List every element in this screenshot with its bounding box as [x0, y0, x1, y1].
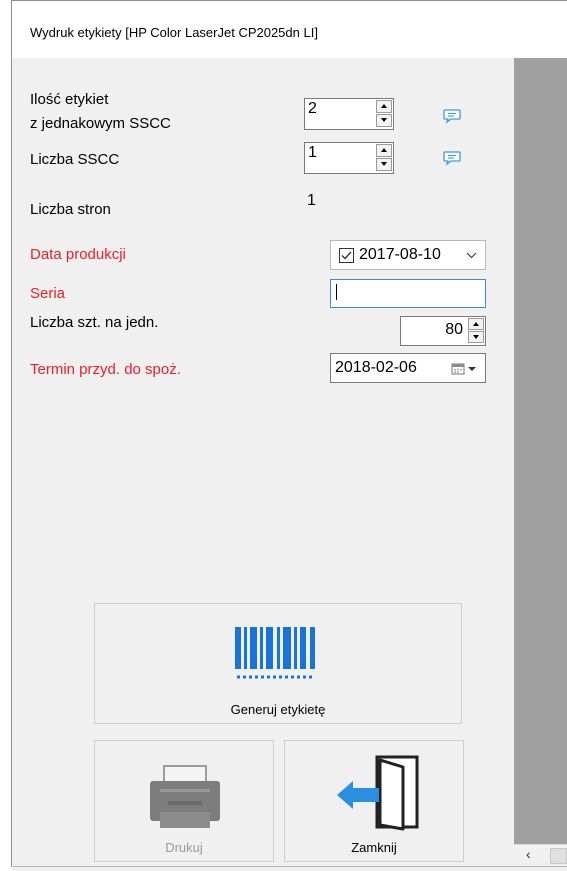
- arrow-down-icon: [381, 118, 387, 122]
- comment-icon[interactable]: [443, 150, 461, 166]
- sscc-count-label: Liczba SSCC: [30, 151, 120, 168]
- expiry-label: Termin przyd. do spoż.: [30, 361, 181, 378]
- production-date-label: Data produkcji: [30, 246, 126, 263]
- pages-label: Liczba stron: [30, 201, 111, 218]
- qty-labels-label-line1: Ilość etykiet: [30, 91, 109, 108]
- generate-label-caption: Generuj etykietę: [230, 702, 326, 717]
- sscc-count-spinner[interactable]: 1: [304, 142, 394, 174]
- text-caret: [336, 284, 337, 300]
- spin-down-button[interactable]: [376, 158, 392, 171]
- sscc-count-value[interactable]: 1: [308, 144, 317, 162]
- spin-down-button[interactable]: [468, 331, 484, 343]
- arrow-down-icon: [473, 335, 479, 339]
- series-input[interactable]: [330, 279, 486, 308]
- units-spinner[interactable]: 80: [400, 316, 486, 346]
- qty-labels-label-line2: z jednakowym SSCC: [30, 115, 171, 132]
- printer-icon: [150, 765, 220, 828]
- title-bar: Wydruk etykiety [HP Color LaserJet CP202…: [11, 0, 567, 58]
- spin-up-button[interactable]: [376, 100, 392, 113]
- arrow-up-icon: [381, 104, 387, 108]
- calendar-dropdown-icon[interactable]: [451, 362, 479, 376]
- pages-value: 1: [307, 192, 316, 209]
- print-label-window: Wydruk etykiety [HP Color LaserJet CP202…: [0, 0, 567, 871]
- generate-label-button[interactable]: Generuj etykietę: [94, 603, 462, 724]
- close-caption: Zamknij: [351, 840, 397, 855]
- units-value[interactable]: 80: [445, 321, 463, 339]
- exit-icon: [337, 755, 419, 831]
- spin-up-button[interactable]: [376, 144, 392, 157]
- scroll-thumb[interactable]: [550, 848, 567, 864]
- chevron-down-icon[interactable]: [466, 252, 477, 259]
- arrow-up-icon: [473, 322, 479, 326]
- spin-up-button[interactable]: [468, 318, 484, 330]
- window-bottom-border: [11, 866, 567, 871]
- scroll-left-icon[interactable]: ‹: [526, 846, 531, 862]
- print-caption: Drukuj: [165, 840, 203, 855]
- qty-labels-spinner[interactable]: 2: [304, 98, 394, 130]
- print-button[interactable]: Drukuj: [94, 740, 274, 862]
- series-label: Seria: [30, 285, 66, 302]
- production-date-value[interactable]: 2017-08-10: [359, 246, 441, 264]
- horizontal-scrollbar[interactable]: ‹: [514, 844, 567, 867]
- close-button[interactable]: Zamknij: [284, 740, 464, 862]
- comment-icon[interactable]: [443, 108, 461, 124]
- side-panel: [514, 58, 567, 844]
- barcode-icon: [235, 627, 315, 679]
- expiry-value[interactable]: 2018-02-06: [335, 359, 417, 377]
- qty-labels-value[interactable]: 2: [308, 100, 317, 118]
- spin-down-button[interactable]: [376, 114, 392, 127]
- expiry-date-picker[interactable]: 2018-02-06: [330, 353, 486, 383]
- arrow-down-icon: [381, 162, 387, 166]
- checkbox-checked-icon[interactable]: [339, 248, 354, 263]
- arrow-up-icon: [381, 148, 387, 152]
- window-title: Wydruk etykiety [HP Color LaserJet CP202…: [30, 25, 318, 40]
- production-date-picker[interactable]: 2017-08-10: [330, 240, 486, 270]
- units-label: Liczba szt. na jedn.: [30, 314, 159, 331]
